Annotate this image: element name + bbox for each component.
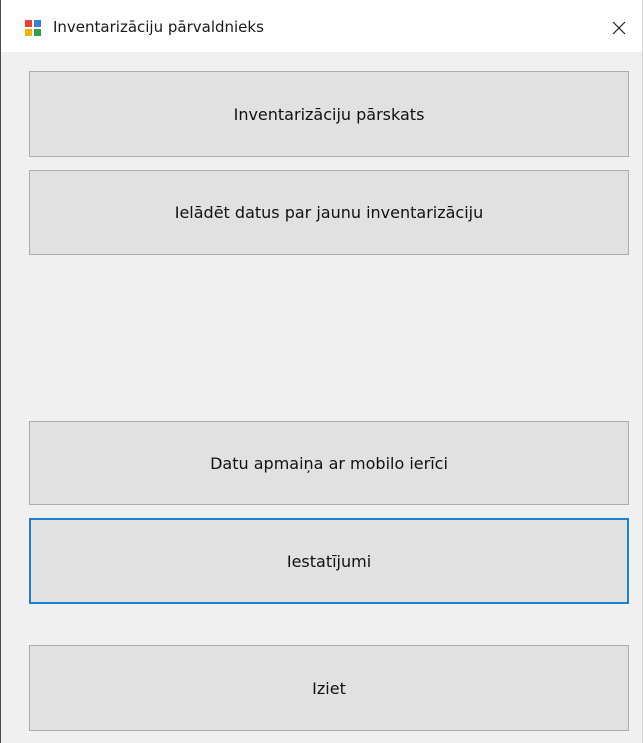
inventory-overview-label: Inventarizāciju pārskats <box>233 104 425 124</box>
close-icon <box>612 21 626 35</box>
title-bar[interactable]: Inventarizāciju pārvaldnieks <box>1 0 642 52</box>
main-window: Inventarizāciju pārvaldnieks Inventarizā… <box>0 0 643 743</box>
inventory-overview-button[interactable]: Inventarizāciju pārskats <box>29 71 629 157</box>
mobile-data-exchange-button[interactable]: Datu apmaiņa ar mobilo ierīci <box>29 421 629 505</box>
settings-button[interactable]: Iestatījumi <box>29 518 629 604</box>
close-button[interactable] <box>599 11 639 45</box>
app-icon <box>25 20 41 36</box>
exit-label: Iziet <box>312 678 346 698</box>
window-title: Inventarizāciju pārvaldnieks <box>53 18 264 36</box>
load-new-inventory-data-button[interactable]: Ielādēt datus par jaunu inventarizāciju <box>29 170 629 255</box>
settings-label: Iestatījumi <box>286 551 372 571</box>
mobile-data-exchange-label: Datu apmaiņa ar mobilo ierīci <box>210 453 448 473</box>
exit-button[interactable]: Iziet <box>29 645 629 731</box>
load-new-inventory-data-label: Ielādēt datus par jaunu inventarizāciju <box>174 203 484 222</box>
